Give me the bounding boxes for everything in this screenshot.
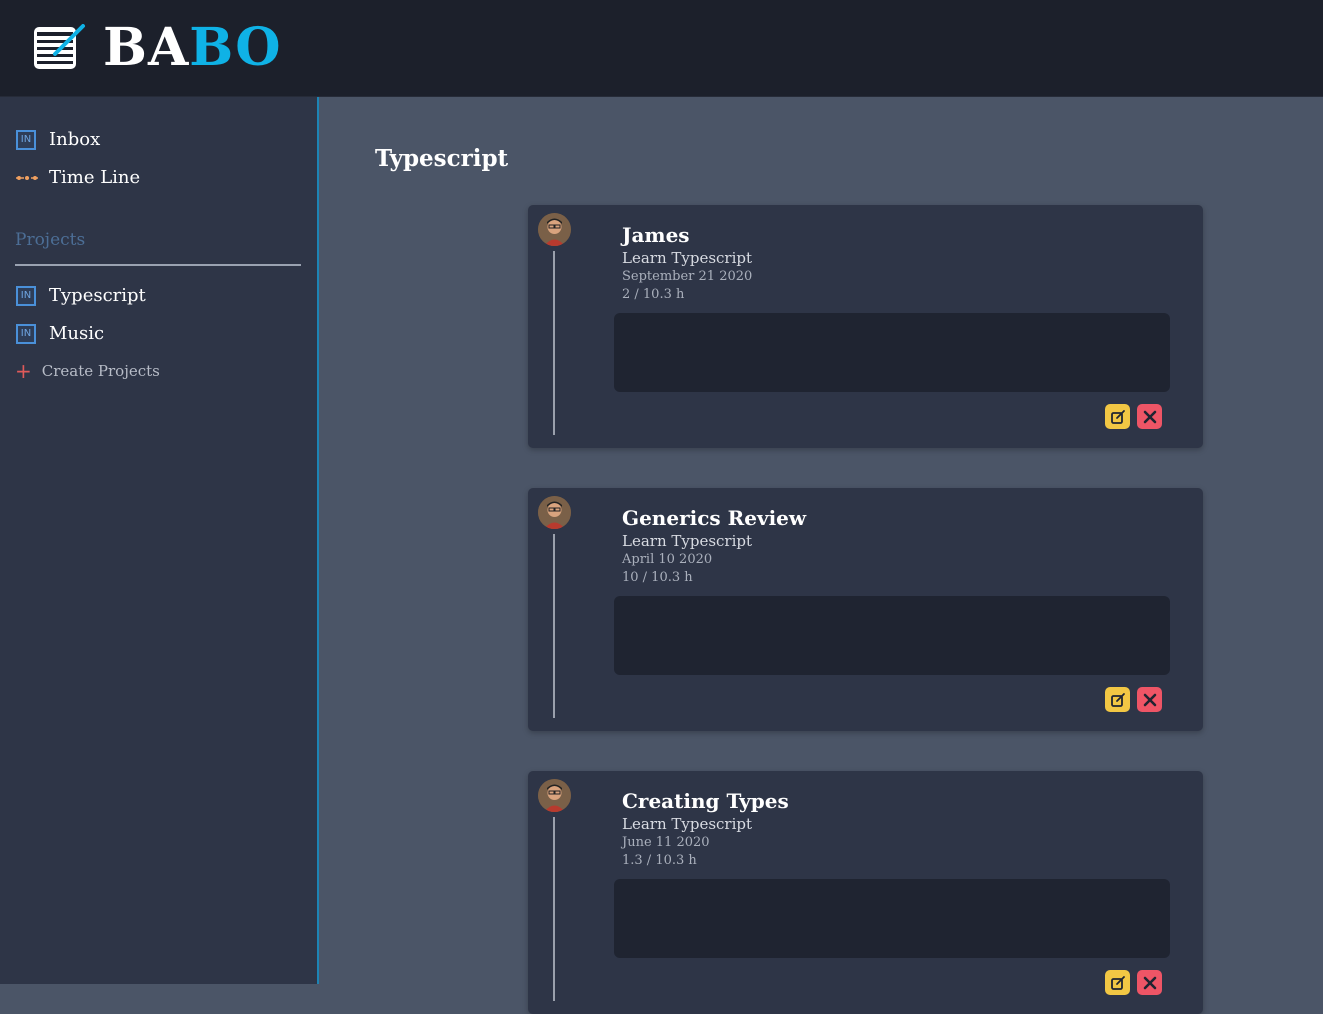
- app-header: BABO: [0, 0, 1323, 97]
- delete-button[interactable]: [1137, 687, 1162, 712]
- close-icon: [1143, 693, 1156, 706]
- card-project: Learn Typescript: [622, 532, 753, 550]
- timeline-dots-icon: [16, 174, 38, 182]
- project-icon: IN: [16, 323, 36, 344]
- create-project-label: Create Projects: [41, 362, 160, 380]
- task-card: Generics Review Learn Typescript April 1…: [528, 488, 1203, 731]
- project-icon: IN: [16, 285, 36, 306]
- avatar[interactable]: [538, 213, 571, 246]
- card-hours: 10 / 10.3 h: [622, 570, 693, 585]
- brand-part-2: BO: [189, 17, 282, 78]
- page-title: Typescript: [375, 145, 509, 172]
- sidebar-divider: [15, 264, 301, 266]
- projects-heading: Projects: [15, 230, 86, 250]
- task-card: James Learn Typescript September 21 2020…: [528, 205, 1203, 448]
- card-note-area[interactable]: [614, 879, 1170, 958]
- sidebar-item-label: Music: [49, 323, 105, 344]
- create-project-button[interactable]: + Create Projects: [15, 361, 160, 381]
- sidebar-item-label: Typescript: [49, 285, 146, 306]
- close-icon: [1143, 976, 1156, 989]
- edit-icon: [1110, 409, 1125, 424]
- inbox-icon: IN: [16, 129, 36, 150]
- edit-icon: [1110, 975, 1125, 990]
- edit-button[interactable]: [1105, 404, 1130, 429]
- edit-icon: [1110, 692, 1125, 707]
- sidebar-item-music[interactable]: IN Music: [16, 323, 104, 344]
- sidebar-item-label: Inbox: [49, 129, 101, 150]
- avatar[interactable]: [538, 779, 571, 812]
- sidebar-item-typescript[interactable]: IN Typescript: [16, 285, 146, 306]
- card-hours: 1.3 / 10.3 h: [622, 853, 697, 868]
- delete-button[interactable]: [1137, 970, 1162, 995]
- card-note-area[interactable]: [614, 313, 1170, 392]
- edit-button[interactable]: [1105, 687, 1130, 712]
- card-note-area[interactable]: [614, 596, 1170, 675]
- card-hours: 2 / 10.3 h: [622, 287, 685, 302]
- card-date: June 11 2020: [622, 835, 710, 850]
- sidebar-item-inbox[interactable]: IN Inbox: [16, 129, 100, 150]
- sidebar: IN Inbox Time Line Projects IN Typescrip…: [0, 97, 319, 984]
- task-card: Creating Types Learn Typescript June 11 …: [528, 771, 1203, 1014]
- card-project: Learn Typescript: [622, 815, 753, 833]
- card-date: April 10 2020: [622, 552, 713, 567]
- avatar[interactable]: [538, 496, 571, 529]
- card-title: James: [622, 223, 690, 247]
- close-icon: [1143, 410, 1156, 423]
- brand-part-1: BA: [103, 17, 190, 78]
- plus-icon: +: [15, 359, 32, 383]
- timeline-line: [553, 817, 555, 1001]
- card-project: Learn Typescript: [622, 249, 753, 267]
- timeline-line: [553, 534, 555, 718]
- sidebar-item-timeline[interactable]: Time Line: [16, 167, 140, 188]
- sidebar-item-label: Time Line: [49, 167, 141, 188]
- edit-button[interactable]: [1105, 970, 1130, 995]
- brand-logo[interactable]: BABO: [103, 22, 282, 74]
- delete-button[interactable]: [1137, 404, 1162, 429]
- card-title: Creating Types: [622, 789, 789, 813]
- card-date: September 21 2020: [622, 269, 753, 284]
- timeline-line: [553, 251, 555, 435]
- notepad-logo-icon: [33, 24, 87, 72]
- card-title: Generics Review: [622, 506, 807, 530]
